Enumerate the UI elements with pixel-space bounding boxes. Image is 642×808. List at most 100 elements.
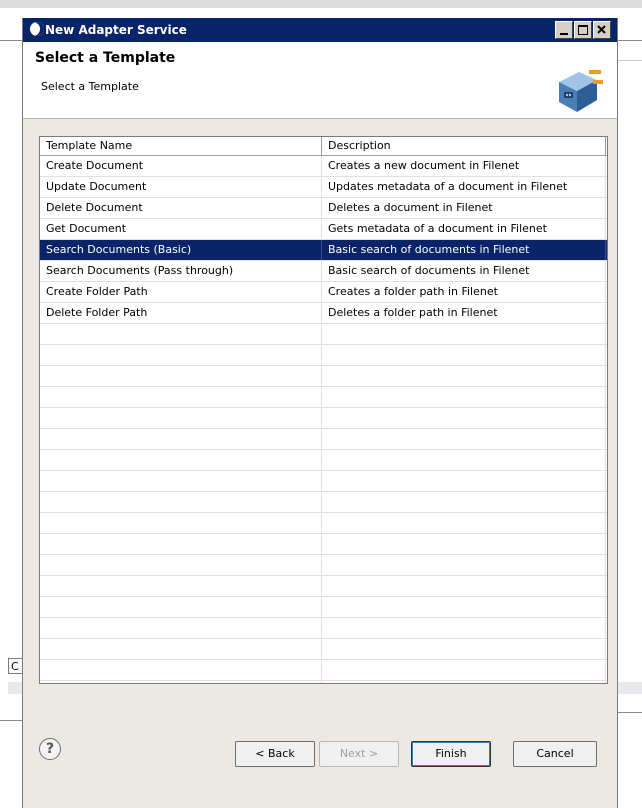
empty-table-row[interactable] — [40, 429, 607, 450]
empty-cell — [322, 618, 606, 638]
empty-cell — [322, 366, 606, 386]
finish-button[interactable]: Finish — [411, 741, 491, 767]
maximize-icon[interactable] — [574, 21, 592, 39]
empty-cell — [40, 429, 322, 449]
empty-cell — [322, 387, 606, 407]
empty-cell — [322, 345, 606, 365]
table-row[interactable]: Create Folder Path Creates a folder path … — [40, 282, 607, 303]
empty-cell — [40, 324, 322, 344]
description-cell: Basic search of documents in Filenet — [322, 261, 606, 281]
empty-cell — [322, 471, 606, 491]
page-subtitle: Select a Template — [41, 80, 139, 93]
empty-cell — [40, 576, 322, 596]
table-row[interactable]: Search Documents (Pass through) Basic sea… — [40, 261, 607, 282]
template-name-cell: Get Document — [40, 219, 322, 239]
empty-cell — [40, 345, 322, 365]
empty-table-row[interactable] — [40, 324, 607, 345]
empty-table-row[interactable] — [40, 450, 607, 471]
empty-table-row[interactable] — [40, 513, 607, 534]
wizard-footer: ? < Back Next > Finish Cancel — [23, 718, 617, 808]
background-divider — [0, 720, 22, 721]
app-logo-icon — [30, 22, 44, 36]
empty-table-row[interactable] — [40, 618, 607, 639]
description-cell: Gets metadata of a document in Filenet — [322, 219, 606, 239]
next-button[interactable]: Next > — [319, 741, 399, 767]
empty-table-row[interactable] — [40, 408, 607, 429]
empty-table-row[interactable] — [40, 471, 607, 492]
empty-cell — [40, 555, 322, 575]
title-bar[interactable]: New Adapter Service — [23, 18, 617, 42]
empty-table-row[interactable] — [40, 366, 607, 387]
empty-table-row[interactable] — [40, 576, 607, 597]
description-cell: Creates a new document in Filenet — [322, 156, 606, 176]
close-icon[interactable] — [593, 21, 611, 39]
empty-table-row[interactable] — [40, 534, 607, 555]
cancel-button[interactable]: Cancel — [513, 741, 597, 767]
table-row[interactable]: Create Document Creates a new document in… — [40, 156, 607, 177]
table-header: Template Name Description — [40, 137, 607, 156]
description-cell: Basic search of documents in Filenet — [322, 240, 606, 260]
table-row[interactable]: Search Documents (Basic) Basic search of … — [40, 240, 607, 261]
table-row[interactable]: Get Document Gets metadata of a document … — [40, 219, 607, 240]
table-row[interactable]: Delete Document Deletes a document in Fil… — [40, 198, 607, 219]
empty-cell — [322, 597, 606, 617]
empty-table-row[interactable] — [40, 681, 607, 683]
background-divider — [618, 60, 642, 61]
empty-cell — [322, 660, 606, 680]
table-row[interactable]: Update Document Updates metadata of a doc… — [40, 177, 607, 198]
empty-cell — [322, 408, 606, 428]
table-row[interactable]: Delete Folder Path Deletes a folder path … — [40, 303, 607, 324]
empty-table-row[interactable] — [40, 492, 607, 513]
empty-cell — [40, 660, 322, 680]
empty-table-row[interactable] — [40, 345, 607, 366]
empty-table-row[interactable] — [40, 597, 607, 618]
background-divider — [618, 40, 642, 41]
column-header-description[interactable]: Description — [322, 137, 606, 155]
empty-cell — [40, 618, 322, 638]
template-table[interactable]: Template Name Description Create Documen… — [39, 136, 608, 684]
background-window-strip — [0, 0, 642, 8]
minimize-icon[interactable] — [555, 21, 573, 39]
empty-cell — [322, 681, 606, 683]
adapter-plug-icon — [559, 70, 603, 112]
empty-cell — [40, 366, 322, 386]
window-title: New Adapter Service — [45, 23, 187, 37]
empty-cell — [322, 513, 606, 533]
window-controls — [555, 21, 611, 39]
background-shade — [618, 682, 642, 694]
empty-cell — [40, 639, 322, 659]
template-name-cell: Search Documents (Pass through) — [40, 261, 322, 281]
help-icon[interactable]: ? — [39, 738, 61, 760]
empty-cell — [40, 597, 322, 617]
empty-cell — [322, 324, 606, 344]
column-header-template-name[interactable]: Template Name — [40, 137, 322, 155]
empty-cell — [322, 639, 606, 659]
template-name-cell: Search Documents (Basic) — [40, 240, 322, 260]
empty-table-row[interactable] — [40, 660, 607, 681]
empty-cell — [322, 492, 606, 512]
empty-table-row[interactable] — [40, 555, 607, 576]
empty-cell — [40, 471, 322, 491]
back-button[interactable]: < Back — [235, 741, 315, 767]
empty-cell — [40, 534, 322, 554]
empty-cell — [40, 681, 322, 683]
description-cell: Creates a folder path in Filenet — [322, 282, 606, 302]
description-cell: Updates metadata of a document in Filene… — [322, 177, 606, 197]
empty-cell — [322, 534, 606, 554]
empty-cell — [322, 555, 606, 575]
description-cell: Deletes a folder path in Filenet — [322, 303, 606, 323]
background-field-fragment: C — [8, 658, 22, 674]
empty-cell — [40, 513, 322, 533]
description-cell: Deletes a document in Filenet — [322, 198, 606, 218]
template-name-cell: Update Document — [40, 177, 322, 197]
empty-table-row[interactable] — [40, 639, 607, 660]
template-name-cell: Create Folder Path — [40, 282, 322, 302]
new-adapter-service-dialog: New Adapter Service Select a Template Se… — [22, 18, 618, 808]
empty-cell — [40, 387, 322, 407]
template-name-cell: Create Document — [40, 156, 322, 176]
table-body: Create Document Creates a new document in… — [40, 156, 607, 683]
empty-table-row[interactable] — [40, 387, 607, 408]
empty-cell — [40, 492, 322, 512]
background-shade — [8, 682, 22, 694]
empty-cell — [322, 450, 606, 470]
